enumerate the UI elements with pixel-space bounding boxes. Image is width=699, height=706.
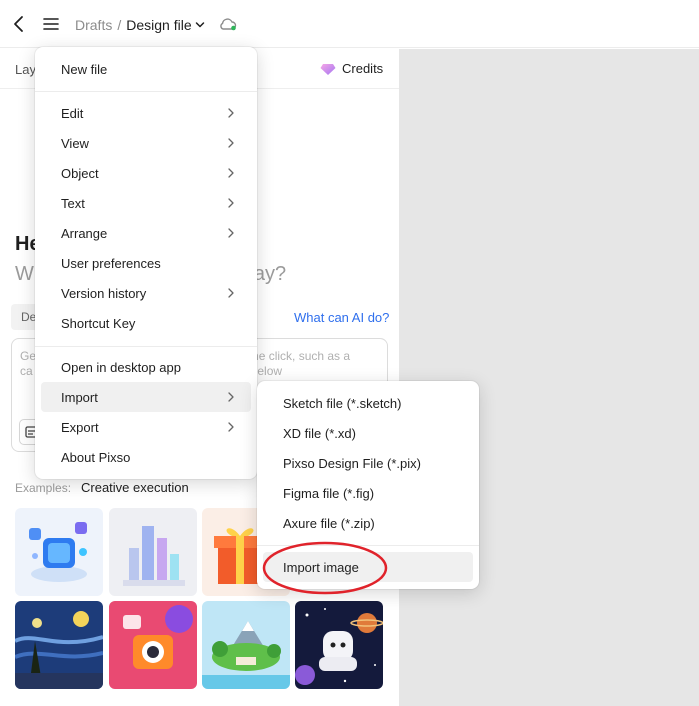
menu-item-label: About Pixso [61, 450, 131, 465]
menu-item-label: Import [61, 390, 98, 405]
submenu-item-import-image[interactable]: Import image [263, 552, 473, 582]
menu-item-label: Version history [61, 286, 147, 301]
menu-item-label: User preferences [61, 256, 161, 271]
submenu-item-label: XD file (*.xd) [283, 426, 356, 441]
chevron-right-icon [228, 392, 234, 402]
example-thumb-astronaut[interactable] [295, 601, 383, 689]
prompt-line1-right: ne click, such as a [252, 349, 351, 363]
menu-item-object[interactable]: Object [41, 158, 251, 188]
breadcrumb: Drafts / Design file [75, 16, 205, 34]
menu-item-arrange[interactable]: Arrange [41, 218, 251, 248]
cloud-sync-icon [220, 18, 237, 31]
example-thumb-ai-icon[interactable] [15, 508, 103, 596]
prompt-line2-left: ca [20, 364, 33, 378]
example-thumb-floating-island[interactable] [202, 601, 290, 689]
example-thumb-camera-character[interactable] [109, 601, 197, 689]
credits-button[interactable]: Credits [320, 61, 383, 76]
credits-label: Credits [342, 61, 384, 76]
menu-divider [35, 346, 257, 347]
submenu-item-pix[interactable]: Pixso Design File (*.pix) [263, 448, 473, 478]
gem-icon [320, 63, 336, 75]
menu-item-view[interactable]: View [41, 128, 251, 158]
design-canvas[interactable] [399, 49, 699, 706]
greeting-subtitle-end: ay? [253, 263, 287, 285]
submenu-item-label: Sketch file (*.sketch) [283, 396, 402, 411]
submenu-item-label: Pixso Design File (*.pix) [283, 456, 421, 471]
menu-item-label: View [61, 136, 89, 151]
menu-item-export[interactable]: Export [41, 412, 251, 442]
submenu-item-xd[interactable]: XD file (*.xd) [263, 418, 473, 448]
chevron-right-icon [228, 138, 234, 148]
chevron-right-icon [228, 228, 234, 238]
breadcrumb-separator: / [117, 17, 122, 33]
example-thumb-starry-night[interactable] [15, 601, 103, 689]
menu-item-label: Export [61, 420, 99, 435]
menu-item-edit[interactable]: Edit [41, 98, 251, 128]
menu-item-label: New file [61, 62, 108, 77]
menu-item-shortcut-key[interactable]: Shortcut Key [41, 308, 251, 338]
menu-item-label: Shortcut Key [61, 316, 136, 331]
menu-item-new-file[interactable]: New file [41, 54, 251, 84]
chevron-left-icon [14, 16, 23, 32]
greeting-subtitle-start: W [15, 263, 34, 285]
submenu-item-axure[interactable]: Axure file (*.zip) [263, 508, 473, 538]
prompt-line1-left: Ge [20, 349, 37, 363]
submenu-divider [257, 545, 479, 546]
menu-item-open-desktop-app[interactable]: Open in desktop app [41, 352, 251, 382]
menu-item-about-pixso[interactable]: About Pixso [41, 442, 251, 472]
menu-item-label: Object [61, 166, 99, 181]
menu-item-user-preferences[interactable]: User preferences [41, 248, 251, 278]
hamburger-menu-icon [43, 18, 59, 30]
file-menu-toggle[interactable] [195, 21, 205, 29]
chevron-right-icon [228, 168, 234, 178]
menu-item-label: Arrange [61, 226, 108, 241]
chevron-right-icon [228, 198, 234, 208]
submenu-item-sketch[interactable]: Sketch file (*.sketch) [263, 388, 473, 418]
submenu-item-label: Axure file (*.zip) [283, 516, 375, 531]
examples-category[interactable]: Creative execution [81, 480, 189, 495]
menu-item-label: Open in desktop app [61, 360, 181, 375]
top-bar: Drafts / Design file [0, 0, 699, 48]
submenu-item-figma[interactable]: Figma file (*.fig) [263, 478, 473, 508]
file-name[interactable]: Design file [126, 17, 191, 33]
import-submenu: Sketch file (*.sketch) XD file (*.xd) Pi… [257, 381, 479, 589]
menu-item-import[interactable]: Import [41, 382, 251, 412]
tab-layers[interactable]: Lay [15, 62, 36, 77]
chevron-right-icon [228, 288, 234, 298]
main-menu-button[interactable] [41, 14, 61, 34]
chevron-right-icon [228, 422, 234, 432]
menu-item-version-history[interactable]: Version history [41, 278, 251, 308]
sync-status[interactable] [218, 15, 238, 33]
submenu-item-label: Import image [283, 560, 359, 575]
chevron-right-icon [228, 108, 234, 118]
examples-label: Examples: [15, 481, 72, 495]
menu-item-label: Edit [61, 106, 84, 121]
back-button[interactable] [9, 14, 29, 34]
menu-divider [35, 91, 257, 92]
main-menu: New file Edit View Object Text Arrange U… [35, 47, 257, 479]
chevron-down-icon [195, 22, 204, 28]
submenu-item-label: Figma file (*.fig) [283, 486, 375, 501]
menu-item-label: Text [61, 196, 85, 211]
what-can-ai-do-link[interactable]: What can AI do? [294, 310, 389, 325]
menu-item-text[interactable]: Text [41, 188, 251, 218]
breadcrumb-drafts[interactable]: Drafts [75, 17, 112, 33]
example-thumb-glass-city[interactable] [109, 508, 197, 596]
